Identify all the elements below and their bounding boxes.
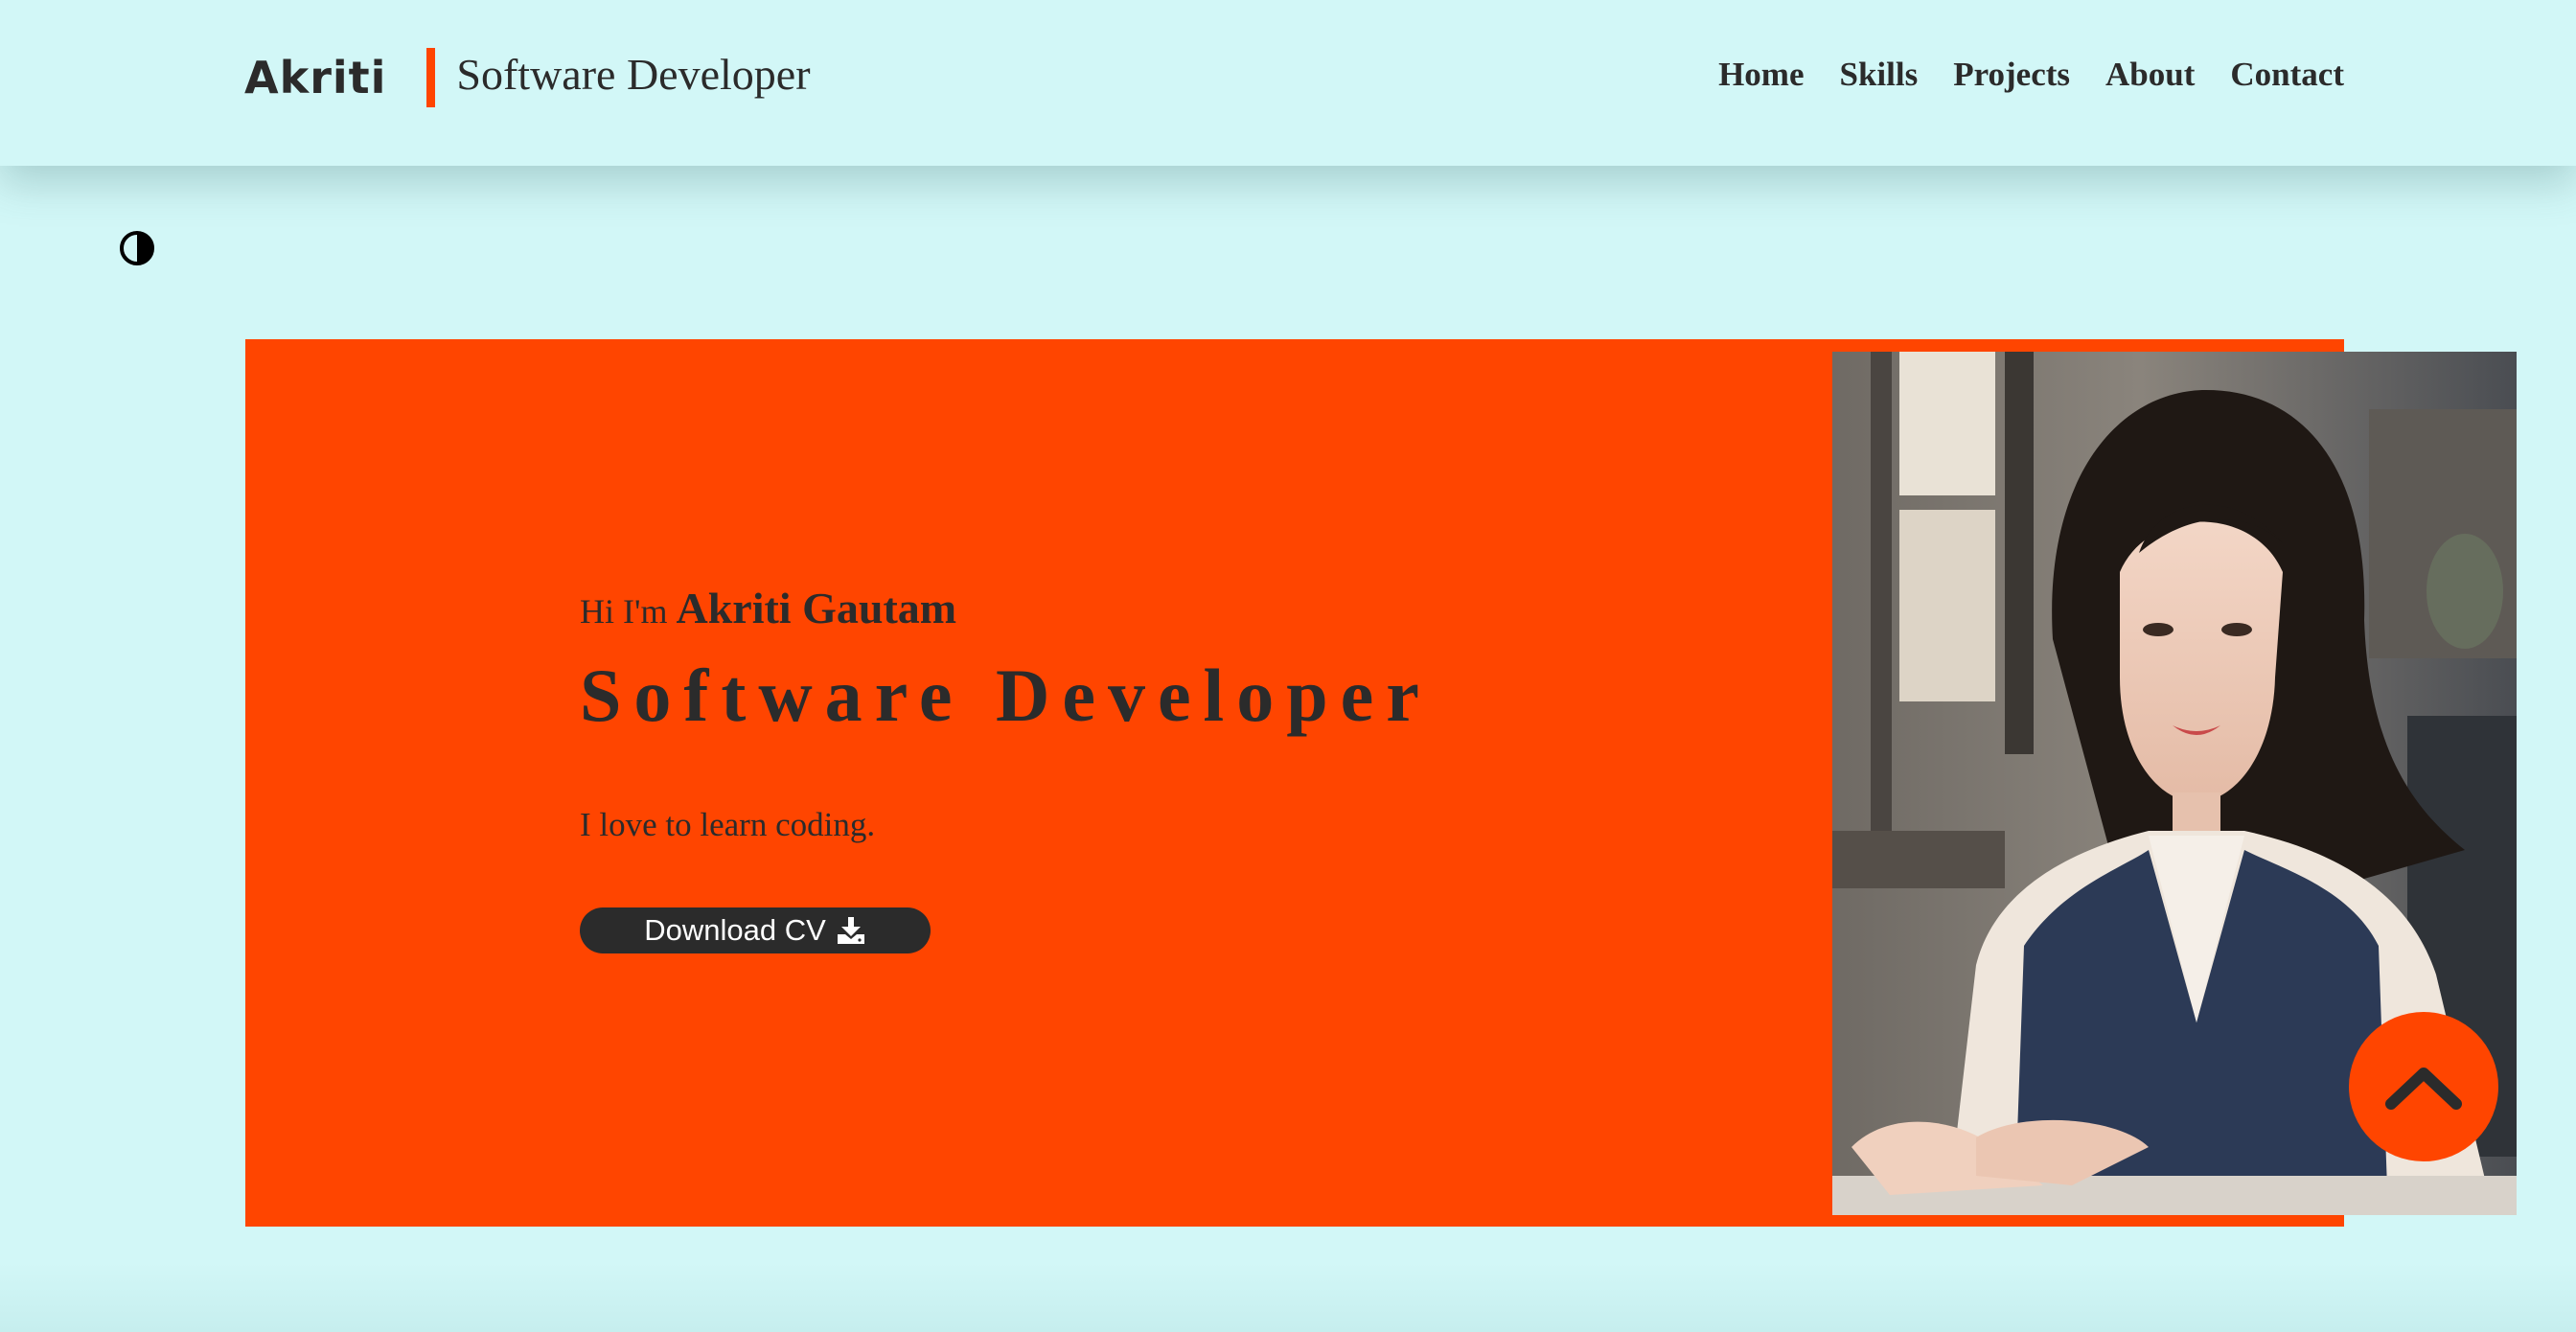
chevron-up-icon (2385, 1068, 2462, 1110)
download-icon (837, 917, 864, 944)
brand-name[interactable]: Akriti (244, 52, 386, 103)
nav-contact[interactable]: Contact (2230, 56, 2344, 94)
greeting-prefix: Hi I'm (580, 592, 668, 631)
nav-home[interactable]: Home (1718, 56, 1804, 94)
nav-skills[interactable]: Skills (1840, 56, 1919, 94)
main-nav: Home Skills Projects About Contact (1718, 56, 2344, 94)
brand-divider (426, 48, 436, 107)
nav-about[interactable]: About (2105, 56, 2195, 94)
hero-greeting: Hi I'm Akriti Gautam (580, 583, 1432, 633)
site-header: Akriti Software Developer Home Skills Pr… (0, 0, 2576, 166)
nav-projects[interactable]: Projects (1953, 56, 2070, 94)
brand-tagline: Software Developer (456, 49, 811, 99)
download-cv-label: Download CV (644, 913, 826, 947)
hero-role: Software Developer (580, 654, 1432, 737)
next-section-edge (0, 1263, 2576, 1332)
scroll-to-top-button[interactable] (2349, 1012, 2498, 1161)
download-cv-button[interactable]: Download CV (580, 907, 931, 953)
brand[interactable]: Akriti Software Developer (244, 46, 811, 109)
hero-text: Hi I'm Akriti Gautam Software Developer … (580, 583, 1432, 953)
hero-name: Akriti Gautam (676, 584, 957, 632)
theme-toggle-button[interactable] (119, 230, 155, 266)
hero-blurb: I love to learn coding. (580, 806, 876, 843)
half-circle-contrast-icon (120, 231, 154, 265)
